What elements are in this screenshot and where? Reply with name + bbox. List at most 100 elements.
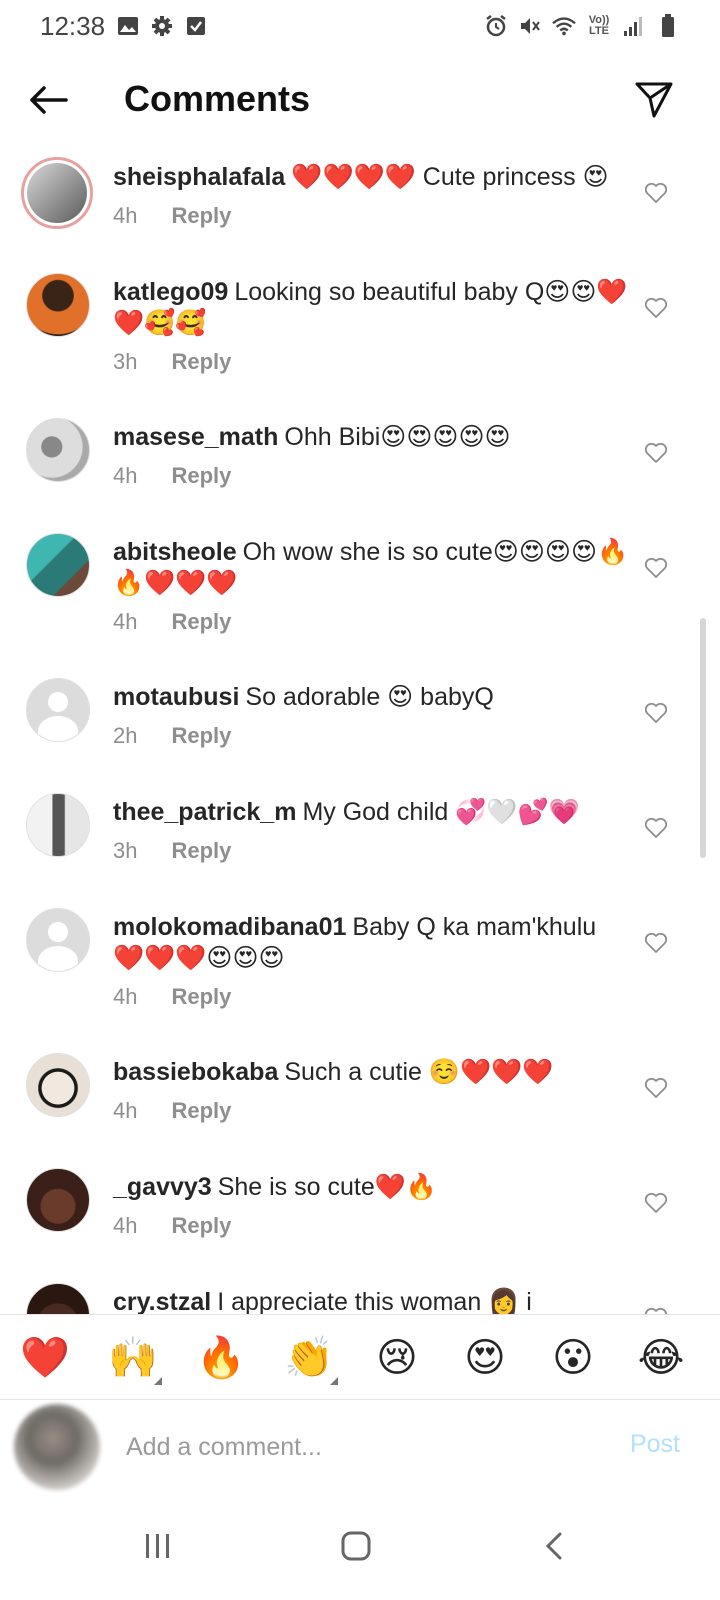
comment-username[interactable]: sheisphalafala <box>113 163 285 191</box>
reaction-emoji: ❤️ <box>20 1335 70 1381</box>
page-title: Comments <box>124 78 311 119</box>
reply-button[interactable]: Reply <box>171 203 231 229</box>
skin-tone-indicator-icon <box>330 1377 338 1385</box>
heart-outline-icon <box>644 1077 668 1098</box>
reply-button[interactable]: Reply <box>171 609 231 635</box>
comment-username[interactable]: thee_patrick_m <box>113 798 296 826</box>
comment-username[interactable]: masese_math <box>113 423 278 451</box>
heart-outline-icon <box>644 1192 668 1213</box>
post-button[interactable]: Post <box>630 1430 680 1459</box>
like-comment-button[interactable] <box>644 297 670 323</box>
comment-avatar[interactable] <box>26 678 90 742</box>
comment-avatar[interactable] <box>26 1283 90 1314</box>
share-button[interactable] <box>632 78 676 122</box>
like-comment-button[interactable] <box>644 702 670 728</box>
like-comment-button[interactable] <box>644 557 670 583</box>
reaction-emoji-button[interactable]: 👏 <box>284 1333 338 1385</box>
like-comment-button[interactable] <box>644 442 670 468</box>
recent-apps-icon <box>146 1534 169 1558</box>
reaction-emoji: 👏 <box>284 1335 334 1381</box>
reaction-emoji-button[interactable]: 🙌 <box>108 1333 162 1385</box>
home-button[interactable] <box>326 1516 386 1576</box>
comment-username[interactable]: cry.stzal <box>113 1288 211 1314</box>
comment-meta: 4h Reply <box>113 609 633 635</box>
add-comment-bar: Post <box>0 1400 720 1492</box>
reply-button[interactable]: Reply <box>171 349 231 375</box>
reply-button[interactable]: Reply <box>171 463 231 489</box>
signal-icon <box>622 14 646 38</box>
comment-username[interactable]: katlego09 <box>113 278 228 306</box>
comment-avatar[interactable] <box>26 418 90 482</box>
comment-username[interactable]: motaubusi <box>113 683 239 711</box>
heart-outline-icon <box>644 932 668 953</box>
comment-meta: 4h Reply <box>113 203 633 229</box>
comment-avatar[interactable] <box>26 273 90 337</box>
heart-outline-icon <box>644 442 668 463</box>
like-comment-button[interactable] <box>644 932 670 958</box>
comment-username[interactable]: _gavvy3 <box>113 1173 212 1201</box>
reaction-emoji-button[interactable]: ❤️ <box>20 1333 70 1383</box>
scrollbar[interactable] <box>700 618 706 858</box>
reaction-emoji-button[interactable]: 🔥 <box>196 1333 246 1383</box>
comment-avatar[interactable] <box>26 533 90 597</box>
reply-button[interactable]: Reply <box>171 1213 231 1239</box>
comment-avatar[interactable] <box>26 908 90 972</box>
like-comment-button[interactable] <box>644 182 670 208</box>
comment-avatar[interactable] <box>21 157 93 229</box>
my-avatar <box>14 1404 100 1490</box>
comment-avatar[interactable] <box>26 1168 90 1232</box>
reply-button[interactable]: Reply <box>171 984 231 1010</box>
skin-tone-indicator-icon <box>154 1377 162 1385</box>
default-avatar-body <box>38 716 78 741</box>
reaction-emoji-button[interactable]: 😂 <box>636 1333 686 1383</box>
wifi-icon <box>552 14 576 38</box>
comment-body: masese_math Ohh Bibi😍😍😍😍😍 4h Reply <box>113 422 633 489</box>
comment-avatar[interactable] <box>26 793 90 857</box>
system-back-button[interactable] <box>524 1516 584 1576</box>
comment-message: Such a cutie ☺️❤️❤️❤️ <box>284 1058 554 1086</box>
comment-body: bassiebokaba Such a cutie ☺️❤️❤️❤️ 4h Reply <box>113 1057 633 1124</box>
paper-plane-icon <box>635 82 673 118</box>
reaction-emoji: 😮 <box>552 1335 594 1381</box>
comment-text: cry.stzal I appreciate this woman 👩 i <box>113 1287 633 1314</box>
comments-screen: 12:38 Vo)) LTE Comments sheisphalafala ❤… <box>0 0 720 1600</box>
comment-meta: 3h Reply <box>113 349 633 375</box>
avatar-image <box>26 678 90 742</box>
avatar-image <box>26 1168 90 1232</box>
comment-timestamp: 4h <box>113 203 138 228</box>
comment-body: abitsheole Oh wow she is so cute😍😍😍😍🔥🔥❤️❤… <box>113 537 633 635</box>
like-comment-button[interactable] <box>644 1077 670 1103</box>
comment-message: I appreciate this woman 👩 i <box>217 1288 532 1314</box>
comment-message: ❤️❤️❤️❤️ Cute princess 😍 <box>291 163 609 191</box>
comment-timestamp: 3h <box>113 838 138 863</box>
back-button[interactable] <box>26 80 70 120</box>
recent-apps-button[interactable] <box>128 1516 188 1576</box>
status-time: 12:38 <box>40 10 106 41</box>
reply-button[interactable]: Reply <box>171 1098 231 1124</box>
comment-timestamp: 4h <box>113 463 138 488</box>
like-comment-button[interactable] <box>644 817 670 843</box>
reply-button[interactable]: Reply <box>171 723 231 749</box>
checkbox-notification-icon <box>185 15 207 37</box>
like-comment-button[interactable] <box>644 1192 670 1218</box>
comment-username[interactable]: bassiebokaba <box>113 1058 278 1086</box>
comment-text: thee_patrick_m My God child 💞🤍💕💗 <box>113 797 633 828</box>
comment-timestamp: 4h <box>113 1098 138 1123</box>
reaction-emoji: 🙌 <box>108 1335 158 1381</box>
comment-username[interactable]: molokomadibana01 <box>113 913 346 941</box>
comment-meta: 4h Reply <box>113 984 633 1010</box>
comment-text: molokomadibana01 Baby Q ka mam'khulu ❤️❤️… <box>113 912 633 974</box>
reaction-emoji-button[interactable]: 😢 <box>372 1333 422 1383</box>
like-comment-button[interactable] <box>644 1307 670 1314</box>
comment-input[interactable] <box>124 1426 588 1468</box>
reply-button[interactable]: Reply <box>171 838 231 864</box>
comment-username[interactable]: abitsheole <box>113 538 237 566</box>
avatar-image <box>26 533 90 597</box>
reaction-emoji-button[interactable]: 😮 <box>548 1333 598 1383</box>
comment-body: _gavvy3 She is so cute❤️🔥 4h Reply <box>113 1172 633 1239</box>
comment-meta: 2h Reply <box>113 723 633 749</box>
comment-avatar[interactable] <box>26 1053 90 1117</box>
home-icon <box>341 1531 371 1561</box>
quick-reactions-bar: ❤️ 🙌 🔥 👏 😢 😍 😮 😂 <box>0 1314 720 1400</box>
reaction-emoji-button[interactable]: 😍 <box>460 1333 510 1383</box>
